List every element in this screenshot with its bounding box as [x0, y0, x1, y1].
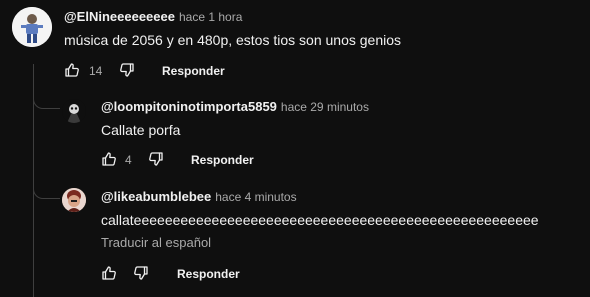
thumb-down-icon[interactable] [148, 151, 164, 167]
comment-text: música de 2056 y en 480p, estos tios son… [64, 32, 401, 48]
comment-timestamp[interactable]: hace 4 minutos [215, 190, 296, 204]
thread-branch [33, 176, 60, 199]
reply-button[interactable]: Responder [162, 64, 225, 78]
comment-author[interactable]: @ElNineeeeeeeee hace 1 hora [64, 9, 242, 24]
thumb-up-icon[interactable] [64, 62, 80, 78]
comment-author[interactable]: @loompitoninotimporta5859 hace 29 minutos [101, 99, 369, 114]
author-handle[interactable]: @ElNineeeeeeeee [64, 9, 175, 24]
comment-timestamp[interactable]: hace 1 hora [179, 10, 242, 24]
avatar-image [12, 7, 52, 47]
comment-text: callateeeeeeeeeeeeeeeeeeeeeeeeeeeeeeeeee… [101, 212, 539, 228]
avatar[interactable] [62, 99, 86, 123]
thumb-up-icon[interactable] [101, 151, 117, 167]
like-count: 4 [125, 153, 132, 167]
comment-timestamp[interactable]: hace 29 minutos [281, 100, 369, 114]
author-handle[interactable]: @loompitoninotimporta5859 [101, 99, 277, 114]
thumb-up-icon[interactable] [101, 265, 117, 281]
comment-text: Callate porfa [101, 122, 181, 138]
thread-branch [33, 86, 60, 109]
avatar-image [62, 188, 86, 212]
translate-button[interactable]: Traducir al español [101, 235, 211, 250]
reply-button[interactable]: Responder [191, 153, 254, 167]
avatar[interactable] [62, 188, 86, 212]
avatar-image [62, 99, 86, 123]
like-count: 14 [89, 64, 103, 78]
thumb-down-icon[interactable] [133, 265, 149, 281]
thumb-down-icon[interactable] [119, 62, 135, 78]
reply-button[interactable]: Responder [177, 267, 240, 281]
comment-author[interactable]: @likeabumblebee hace 4 minutos [101, 189, 297, 204]
author-handle[interactable]: @likeabumblebee [101, 189, 211, 204]
avatar[interactable] [12, 7, 52, 47]
